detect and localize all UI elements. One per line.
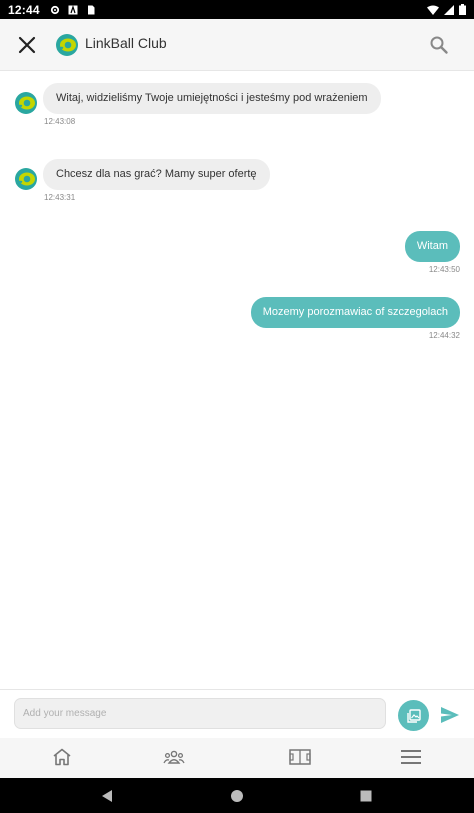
- status-time: 12:44: [8, 2, 40, 17]
- signal-icon: [444, 4, 454, 15]
- recents-icon: [360, 790, 372, 802]
- search-icon[interactable]: [428, 34, 450, 56]
- close-button[interactable]: [14, 32, 40, 58]
- wifi-icon: [427, 5, 439, 15]
- nav-home-button[interactable]: [49, 744, 75, 770]
- android-back-button[interactable]: [97, 786, 117, 806]
- settings-icon: [50, 5, 59, 14]
- club-avatar-icon: [15, 168, 37, 190]
- bottom-navigation: [0, 738, 474, 778]
- message-time: 12:43:08: [44, 117, 76, 126]
- attach-media-button[interactable]: [398, 700, 429, 731]
- message-time: 12:43:50: [428, 265, 460, 274]
- nav-field-button[interactable]: [287, 744, 313, 770]
- home-icon: [53, 748, 71, 766]
- team-icon: [163, 750, 185, 764]
- linkball-logo: [56, 34, 78, 56]
- nav-team-button[interactable]: [161, 744, 187, 770]
- status-icons-left: [50, 4, 96, 15]
- menu-icon: [401, 750, 421, 764]
- field-icon: [289, 749, 311, 765]
- send-icon[interactable]: [439, 704, 461, 726]
- image-icon: [406, 708, 421, 723]
- android-navigation-bar: [0, 778, 474, 813]
- chat-header: LinkBall Club: [0, 19, 474, 71]
- home-circle-icon: [231, 790, 243, 802]
- outgoing-message-bubble[interactable]: Witam: [404, 231, 460, 262]
- message-input[interactable]: [14, 698, 386, 729]
- close-icon: [18, 36, 36, 54]
- incoming-message-bubble[interactable]: Witaj, widzieliśmy Twoje umiejętności i …: [43, 83, 381, 114]
- font-icon: [68, 4, 78, 14]
- club-avatar-icon: [15, 92, 37, 114]
- status-icons-right: [427, 0, 466, 19]
- android-recents-button[interactable]: [356, 786, 376, 806]
- message-time: 12:44:32: [428, 331, 460, 340]
- message-list[interactable]: Witaj, widzieliśmy Twoje umiejętności i …: [0, 72, 474, 689]
- status-bar: 12:44: [0, 0, 474, 19]
- club-name: LinkBall Club: [85, 35, 167, 51]
- android-home-button[interactable]: [227, 786, 247, 806]
- message-time: 12:43:31: [44, 193, 76, 202]
- incoming-message-bubble[interactable]: Chcesz dla nas grać? Mamy super ofertę: [43, 159, 270, 190]
- outgoing-message-bubble[interactable]: Mozemy porozmawiac of szczegolach: [250, 297, 460, 328]
- back-icon: [102, 790, 112, 802]
- composer: [0, 689, 474, 738]
- nav-menu-button[interactable]: [398, 744, 424, 770]
- sim-icon: [87, 5, 95, 14]
- battery-icon: [459, 4, 466, 15]
